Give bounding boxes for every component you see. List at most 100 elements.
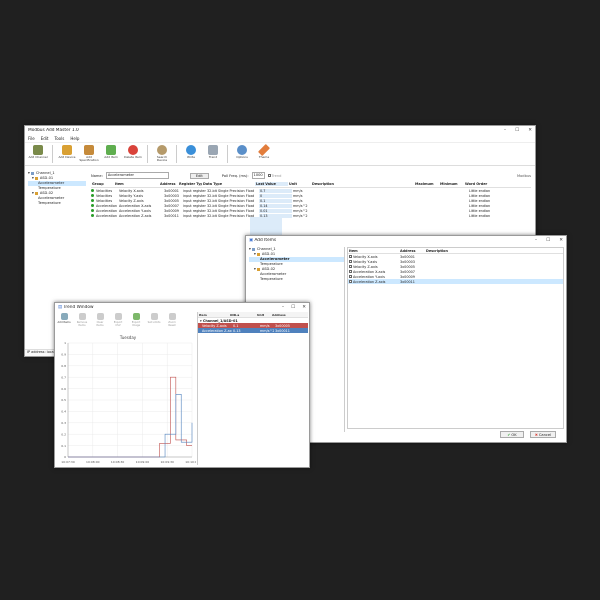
item-label: Acceleration Z-axis [353, 279, 386, 284]
item-address: 3x00003 [400, 259, 415, 264]
poll-label: Poll Freq. (ms): [221, 173, 249, 178]
table-cell: mm/s [293, 198, 303, 203]
table-cell: 32-bit Single Precision Float [207, 208, 255, 213]
table-cell: input register [183, 188, 206, 193]
item-address: 3x00007 [400, 269, 415, 274]
chart-title: Tuesday [119, 335, 137, 340]
list-item[interactable]: Acceleration Z-axis 3x00011 [348, 279, 563, 284]
table-cell: 3x00011 [164, 213, 179, 218]
minimize-button[interactable]: – [535, 238, 537, 243]
close-button[interactable]: ✕ [302, 305, 306, 310]
spec-bar: Name: Accelerometer Edit Poll Freq. (ms)… [91, 172, 531, 179]
ok-button[interactable]: ✔ OK [500, 431, 524, 438]
close-button[interactable]: ✕ [559, 238, 563, 243]
menu-help[interactable]: Help [70, 136, 79, 141]
add-device-button[interactable]: Add Device [57, 145, 77, 159]
edit-button[interactable]: Edit [189, 172, 209, 179]
zoom-reset-button[interactable]: Zoom Reset [165, 313, 179, 327]
table-row[interactable]: Acceleration Acceleration Z-axis 3x00011 in… [91, 213, 531, 218]
item-checkbox[interactable] [349, 255, 352, 258]
name-input[interactable]: Accelerometer [105, 172, 169, 179]
add-items-title: ▣ Add Items [249, 238, 277, 243]
y-tick-label: 0.8 [61, 364, 66, 368]
minimize-button[interactable]: – [282, 305, 284, 310]
maximize-button[interactable]: ☐ [291, 305, 295, 310]
table-cell: input register [183, 203, 206, 208]
trend-item-cell: 3x00005 [275, 323, 290, 328]
table-cell: Little endian [469, 208, 491, 213]
table-cell: mm/s^2 [293, 213, 308, 218]
trend-titlebar[interactable]: ▤ Trend Window – ☐ ✕ [55, 303, 309, 311]
write-button[interactable]: Write [181, 145, 201, 159]
item-checkbox[interactable] [349, 280, 352, 283]
item-address: 3x00001 [400, 254, 415, 259]
trend-window: ▤ Trend Window – ☐ ✕ Add Items Remove Item… [54, 302, 310, 468]
tree-node-temperature[interactable]: Temperature [28, 201, 86, 206]
item-checkbox[interactable] [349, 270, 352, 273]
item-checkbox[interactable] [349, 265, 352, 268]
y-tick-label: 0.4 [61, 410, 66, 414]
main-toolbar: Add Channel Add Device Add Specification… [25, 143, 535, 166]
close-button[interactable]: ✕ [528, 128, 532, 133]
item-checkbox[interactable] [349, 275, 352, 278]
table-cell: 0.14 [259, 203, 292, 208]
table-cell: 32-bit Single Precision Float [207, 193, 255, 198]
menu-tools[interactable]: Tools [54, 136, 64, 141]
item-checkbox[interactable] [349, 260, 352, 263]
cancel-button[interactable]: ✖ Cancel [530, 431, 556, 438]
delete-item-button[interactable]: Delete Item [123, 145, 143, 159]
trend-button[interactable]: Trend [203, 145, 223, 159]
table-cell: Acceleration Z-axis [119, 213, 152, 218]
x-tick-label: 10:10:00 [185, 460, 196, 464]
trend-item-row[interactable]: Velocity Z-axis 0.1 mm/s 3x00005 [198, 323, 308, 328]
table-cell: Velocity Z-axis [119, 198, 144, 203]
remove-items-button[interactable]: Remove Items [75, 313, 89, 327]
search-device-button[interactable]: Search Device [152, 145, 172, 163]
options-button[interactable]: Options [232, 145, 252, 159]
add-specification-button[interactable]: Add Specification [79, 145, 99, 163]
poll-input[interactable]: 1000 [251, 172, 265, 179]
trend-checkbox[interactable]: Trend [267, 174, 281, 178]
table-cell: Velocities [96, 193, 113, 198]
y-tick-label: 0.5 [61, 398, 66, 402]
status-dot-icon [91, 209, 94, 212]
theme-button[interactable]: Theme [254, 143, 274, 159]
menu-file[interactable]: File [28, 136, 35, 141]
add-item-button[interactable]: Add Item [101, 145, 121, 159]
main-menubar: File Edit Tools Help [25, 135, 535, 143]
maximize-button[interactable]: ☐ [546, 238, 550, 243]
item-label: Acceleration X-axis [353, 269, 386, 274]
y-tick-label: 0.1 [61, 444, 66, 448]
specification-icon [84, 145, 94, 155]
export-image-button[interactable]: Export Image [129, 313, 143, 327]
table-cell: input register [183, 208, 206, 213]
table-cell: Acceleration Y-axis [119, 208, 151, 213]
add-items-titlebar[interactable]: ▣ Add Items – ☐ ✕ [246, 236, 566, 245]
x-tick-label: 10:09:30 [160, 460, 174, 464]
trend-item-cell: mm/s [260, 323, 270, 328]
menu-edit[interactable]: Edit [41, 136, 49, 141]
table-cell: mm/s [293, 188, 303, 193]
table-cell: 32-bit Single Precision Float [207, 198, 255, 203]
table-cell: 0.1 [259, 198, 292, 203]
table-cell: Acceleration X-axis [119, 203, 152, 208]
trend-item-row[interactable]: Acceleration Z-axis 0.13 mm/s^2 3x00011 [198, 328, 308, 333]
maximize-button[interactable]: ☐ [515, 128, 519, 133]
item-icon [106, 145, 116, 155]
y-tick-label: 0.2 [61, 432, 66, 436]
main-titlebar[interactable]: Modbus Add Master 1.0 – ☐ ✕ [25, 126, 535, 135]
table-cell: Acceleration [96, 213, 118, 218]
add-items-button[interactable]: Add Items [57, 313, 71, 324]
export-csv-button[interactable]: Export CSV [111, 313, 125, 327]
add-channel-button[interactable]: Add Channel [28, 145, 48, 159]
zoom-icon [168, 313, 176, 320]
tree-node-temperature[interactable]: Temperature [249, 277, 344, 282]
table-cell: mm/s^2 [293, 203, 308, 208]
items-grid: Group Item Address Register Type Data Ty… [91, 181, 531, 287]
status-dot-icon [91, 214, 94, 217]
table-cell: mm/s [293, 193, 303, 198]
trend-chart[interactable]: Tuesday 1 0.9 0.8 0.7 0.6 0.5 0.4 0.3 0.2 0.1 0 10… [56, 329, 196, 465]
set-limits-button[interactable]: Set Limits [147, 313, 161, 324]
clear-items-button[interactable]: Clear Items [93, 313, 107, 327]
minimize-button[interactable]: – [504, 128, 506, 133]
